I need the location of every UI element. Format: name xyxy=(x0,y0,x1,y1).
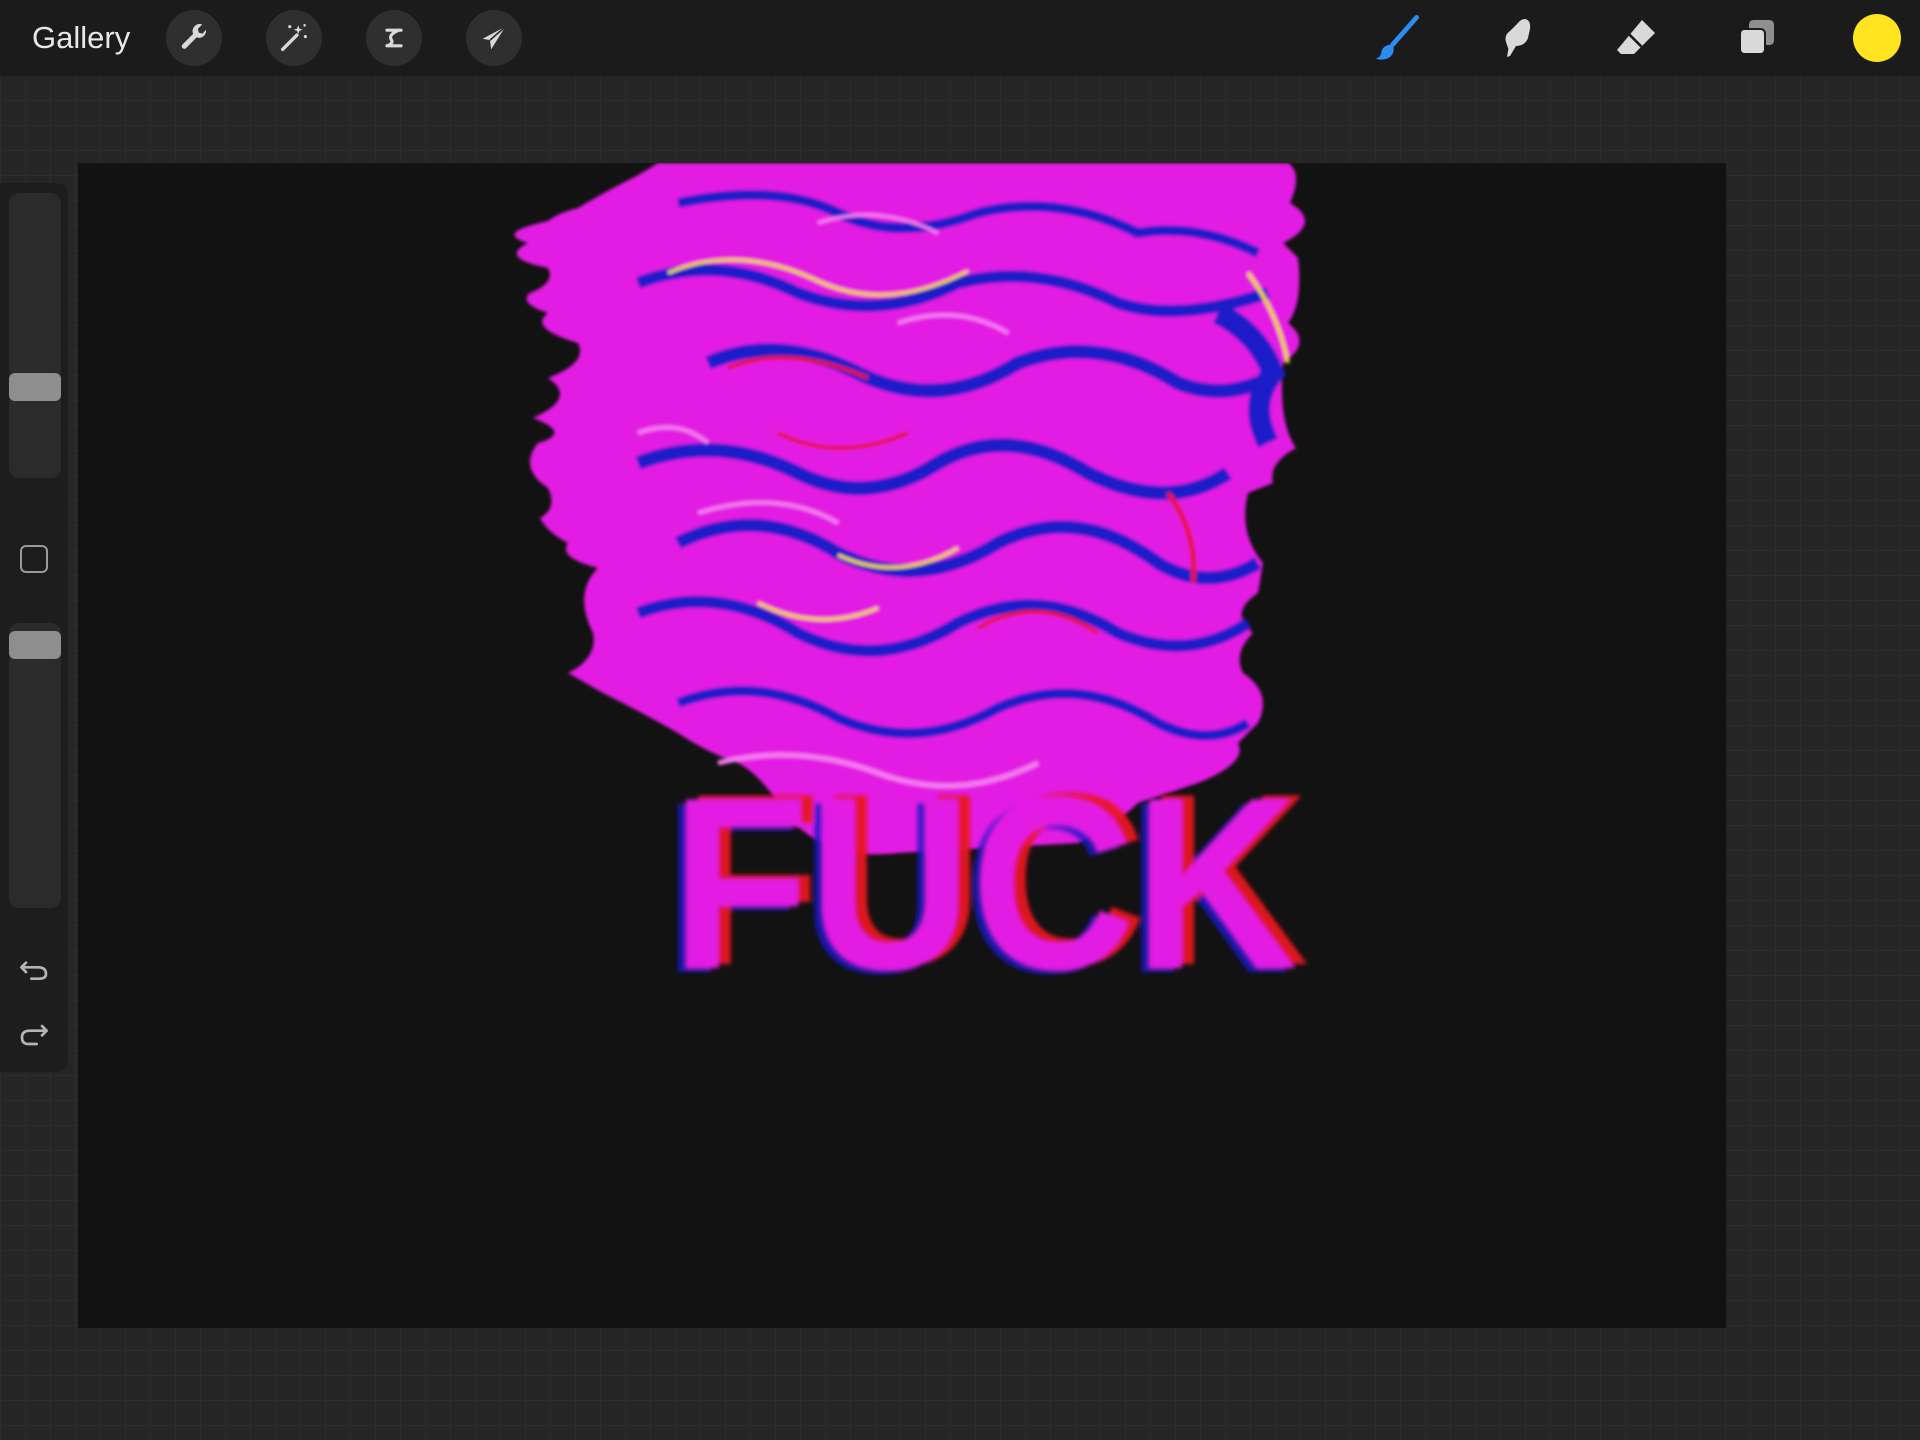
brush-size-thumb[interactable] xyxy=(9,373,61,401)
top-toolbar: Gallery xyxy=(0,0,1920,76)
left-sidebar xyxy=(0,183,68,1072)
redo-button[interactable] xyxy=(14,1016,54,1056)
wrench-icon xyxy=(181,24,207,49)
eraser-tool-button[interactable] xyxy=(1608,10,1664,66)
layers-button[interactable] xyxy=(1729,10,1785,66)
glitch-text: FUCK FUCK FUCK xyxy=(663,742,1309,1024)
transform-button[interactable] xyxy=(466,10,522,66)
magic-wand-icon xyxy=(280,23,307,52)
artwork-layer: FUCK FUCK FUCK xyxy=(514,163,1309,1024)
brush-tool-button[interactable] xyxy=(1368,10,1424,66)
smudge-tool-button[interactable] xyxy=(1488,10,1544,66)
brush-opacity-thumb[interactable] xyxy=(9,631,61,659)
brush-size-slider[interactable] xyxy=(9,193,61,478)
arrow-cursor-icon xyxy=(482,26,506,50)
layers-icon xyxy=(1739,20,1774,55)
selection-button[interactable] xyxy=(366,10,422,66)
undo-button[interactable] xyxy=(14,948,54,988)
smudge-finger-icon xyxy=(1505,19,1531,57)
drawing-canvas[interactable]: FUCK FUCK FUCK xyxy=(78,163,1726,1328)
actions-button[interactable] xyxy=(166,10,222,66)
adjustments-button[interactable] xyxy=(266,10,322,66)
paintbrush-icon xyxy=(1375,15,1419,60)
redo-arrow-icon xyxy=(20,1024,48,1046)
brush-opacity-slider[interactable] xyxy=(9,623,61,908)
color-picker-button[interactable] xyxy=(1853,14,1901,62)
modify-button[interactable] xyxy=(20,545,48,573)
gallery-button[interactable]: Gallery xyxy=(32,19,130,57)
svg-text:FUCK: FUCK xyxy=(671,746,1297,1020)
undo-arrow-icon xyxy=(20,961,48,980)
eraser-icon xyxy=(1617,20,1655,54)
selection-s-icon xyxy=(385,28,403,48)
